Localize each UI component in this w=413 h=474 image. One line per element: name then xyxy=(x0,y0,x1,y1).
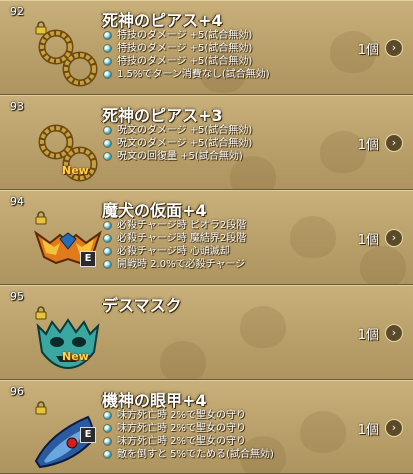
gem-icon xyxy=(103,44,112,53)
item-number: 96 xyxy=(10,385,24,398)
lock-icon xyxy=(35,401,47,415)
chevron-right-icon[interactable]: › xyxy=(385,229,403,247)
item-number: 94 xyxy=(10,195,24,208)
item-number: 92 xyxy=(10,5,24,18)
effect-line: 敵を倒すと 5%でためる(試合無効) xyxy=(102,448,274,461)
lock-icon xyxy=(35,21,47,35)
list-item[interactable]: 94 E 魔犬の仮面+4 必殺チャージ時 ピオラ2段階 必殺チャージ時 魔結界2… xyxy=(0,190,413,285)
effect-line: 必殺チャージ時 ピオラ2段階 xyxy=(102,219,246,232)
gem-icon xyxy=(103,260,112,269)
effect-line: 特技のダメージ +5(試合無効) xyxy=(102,55,270,68)
item-quantity: 1個 xyxy=(357,423,379,438)
gem-icon xyxy=(103,411,112,420)
effect-line: 味方死亡時 2%で聖女の守り xyxy=(102,409,274,422)
item-name: 機神の眼甲+4 xyxy=(102,391,207,410)
effect-list: 特技のダメージ +5(試合無効) 特技のダメージ +5(試合無効) 特技のダメー… xyxy=(102,29,270,81)
effect-line: 必殺チャージ時 魔結界2段階 xyxy=(102,232,246,245)
list-item[interactable]: 95 New デスマスク 1個 › xyxy=(0,285,413,380)
effect-list: 必殺チャージ時 ピオラ2段階 必殺チャージ時 魔結界2段階 必殺チャージ時 心頭… xyxy=(102,219,246,271)
gem-icon xyxy=(103,424,112,433)
chevron-right-icon[interactable]: › xyxy=(385,39,403,57)
item-name: 死神のピアス+4 xyxy=(102,11,223,30)
item-name: 魔犬の仮面+4 xyxy=(102,201,207,220)
gem-icon xyxy=(103,234,112,243)
item-name: 死神のピアス+3 xyxy=(102,106,223,125)
gem-icon xyxy=(103,221,112,230)
gem-icon xyxy=(103,126,112,135)
item-number: 93 xyxy=(10,100,24,113)
reaper-earring-icon xyxy=(38,124,98,182)
effect-line: 味方死亡時 2%で聖女の守り xyxy=(102,435,274,448)
gem-icon xyxy=(103,152,112,161)
gem-icon xyxy=(103,31,112,40)
effect-list: 味方死亡時 2%で聖女の守り 味方死亡時 2%で聖女の守り 味方死亡時 2%で聖… xyxy=(102,409,274,461)
item-quantity: 1個 xyxy=(357,138,379,153)
lock-icon xyxy=(35,306,47,320)
effect-line: 特技のダメージ +5(試合無効) xyxy=(102,29,270,42)
gem-icon xyxy=(103,70,112,79)
list-item[interactable]: 93 New 死神のピアス+3 呪文のダメージ +5(試合無効) 呪文のダメージ… xyxy=(0,95,413,190)
gem-icon xyxy=(103,437,112,446)
equipped-badge: E xyxy=(80,251,96,267)
item-number: 95 xyxy=(10,290,24,303)
effect-line: 1.5%でターン消費なし(試合無効) xyxy=(102,68,270,81)
list-item[interactable]: 92 死神のピアス+4 特技のダメージ +5(試合無効) 特技のダメージ +5(… xyxy=(0,0,413,95)
chevron-right-icon[interactable]: › xyxy=(385,134,403,152)
gem-icon xyxy=(103,247,112,256)
effect-line: 呪文のダメージ +5(試合無効) xyxy=(102,137,252,150)
effect-line: 特技のダメージ +5(試合無効) xyxy=(102,42,270,55)
accessory-list: 92 死神のピアス+4 特技のダメージ +5(試合無効) 特技のダメージ +5(… xyxy=(0,0,413,474)
effect-line: 必殺チャージ時 心頭滅却 xyxy=(102,245,246,258)
effect-list: 呪文のダメージ +5(試合無効) 呪文のダメージ +5(試合無効) 呪文の回復量… xyxy=(102,124,252,163)
gem-icon xyxy=(103,450,112,459)
item-name: デスマスク xyxy=(102,296,182,315)
chevron-right-icon[interactable]: › xyxy=(385,324,403,342)
item-quantity: 1個 xyxy=(357,328,379,343)
chevron-right-icon[interactable]: › xyxy=(385,419,403,437)
effect-line: 呪文の回復量 +5(試合無効) xyxy=(102,150,252,163)
effect-line: 開戦時 2.0%で必殺チャージ xyxy=(102,258,246,271)
item-quantity: 1個 xyxy=(357,43,379,58)
new-badge: New xyxy=(62,164,89,177)
gem-icon xyxy=(103,57,112,66)
gem-icon xyxy=(103,139,112,148)
new-badge: New xyxy=(62,350,89,363)
effect-line: 味方死亡時 2%で聖女の守り xyxy=(102,422,274,435)
list-item[interactable]: 96 E 機神の眼甲+4 味方死亡時 2%で聖女の守り 味方死亡時 2%で聖女の… xyxy=(0,380,413,474)
item-quantity: 1個 xyxy=(357,233,379,248)
lock-icon xyxy=(35,211,47,225)
equipped-badge: E xyxy=(80,427,96,443)
effect-line: 呪文のダメージ +5(試合無効) xyxy=(102,124,252,137)
